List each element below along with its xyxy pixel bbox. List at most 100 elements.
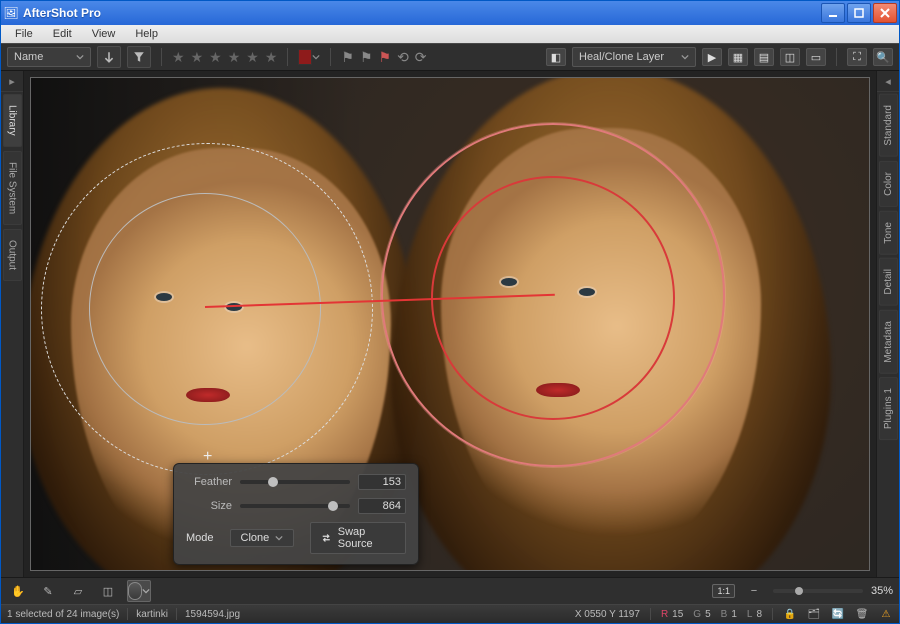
size-slider[interactable] — [240, 504, 350, 508]
chevron-down-icon — [76, 53, 84, 61]
sort-select-label: Name — [14, 51, 43, 63]
layers-icon[interactable]: 🗂 — [807, 607, 821, 621]
right-side-tabs: ◂ Standard Color Tone Detail Metadata Pl… — [876, 71, 899, 577]
canvas-wrap: + Feather 153 Size — [24, 71, 876, 577]
image-canvas[interactable]: + Feather 153 Size — [30, 77, 870, 571]
menu-file[interactable]: File — [5, 26, 43, 42]
app-title: AfterShot Pro — [21, 6, 821, 20]
status-g: 5 — [705, 609, 711, 620]
star-rating-3[interactable]: ★ — [209, 49, 222, 66]
status-b: 1 — [731, 609, 737, 620]
side-tab-output[interactable]: Output — [3, 229, 22, 281]
loupe-button[interactable]: 🔍 — [873, 48, 893, 66]
separator — [330, 48, 331, 66]
feather-slider[interactable] — [240, 480, 350, 484]
window-buttons — [821, 3, 899, 23]
side-tab-library[interactable]: Library — [3, 94, 22, 147]
status-bar: 1 selected of 24 image(s) kartinki 15945… — [1, 604, 899, 623]
status-folder: kartinki — [136, 609, 168, 620]
mode-label: Mode — [186, 532, 214, 544]
zoom-out-button[interactable]: − — [743, 581, 765, 601]
close-button[interactable] — [873, 3, 897, 23]
color-label-select[interactable] — [298, 47, 320, 67]
layer-toggle-button[interactable]: ◧ — [546, 48, 566, 66]
separator — [836, 48, 837, 66]
layer-select-label: Heal/Clone Layer — [579, 51, 664, 63]
menu-help[interactable]: Help — [125, 26, 168, 42]
rotate-left-button[interactable]: ⟲ — [397, 49, 409, 66]
app-icon: 🖼 — [1, 6, 21, 20]
status-filename: 1594594.jpg — [185, 609, 240, 620]
star-rating-2[interactable]: ★ — [191, 49, 204, 66]
zoom-percent: 35% — [871, 585, 893, 597]
feather-value[interactable]: 153 — [358, 474, 406, 490]
bottom-toolbar: ✋ ✎ ▱ ◫ 1:1 − 35% — [1, 577, 899, 604]
side-tab-metadata[interactable]: Metadata — [879, 310, 898, 374]
zoom-fit-button[interactable]: 1:1 — [712, 584, 735, 598]
flag-selected-button[interactable]: ⚑ — [379, 49, 392, 66]
view-compare-button[interactable]: ◫ — [780, 48, 800, 66]
side-tab-plugins1[interactable]: Plugins 1 — [879, 377, 898, 440]
crop-tool-button[interactable]: ▱ — [67, 581, 89, 601]
zoom-slider[interactable] — [773, 589, 863, 593]
swap-source-label: Swap Source — [338, 526, 395, 550]
heal-clone-panel[interactable]: Feather 153 Size 864 Mode — [173, 463, 419, 565]
lock-icon[interactable]: 🔒 — [783, 607, 797, 621]
swap-source-button[interactable]: Swap Source — [310, 522, 406, 554]
title-bar: 🖼 AfterShot Pro — [1, 1, 899, 25]
menu-edit[interactable]: Edit — [43, 26, 82, 42]
size-label: Size — [186, 500, 232, 512]
star-rating-5[interactable]: ★ — [246, 49, 259, 66]
fullscreen-button[interactable]: ⛶ — [847, 48, 867, 66]
star-rating-1[interactable]: ★ — [172, 49, 185, 66]
view-single-button[interactable]: ▭ — [806, 48, 826, 66]
rotate-right-button[interactable]: ⟳ — [415, 49, 427, 66]
maximize-button[interactable] — [847, 3, 871, 23]
sync-icon[interactable]: 🔄 — [831, 607, 845, 621]
trash-icon[interactable]: 🗑 — [855, 607, 869, 621]
flag-pick-button[interactable]: ⚑ — [341, 49, 354, 66]
flag-reject-button[interactable]: ⚑ — [360, 49, 373, 66]
chevron-down-icon — [681, 53, 689, 61]
sort-direction-button[interactable] — [97, 46, 121, 68]
status-r: 15 — [672, 609, 683, 620]
side-tab-color[interactable]: Color — [879, 161, 898, 207]
status-selection: 1 selected of 24 image(s) — [7, 609, 119, 620]
chevron-down-icon — [312, 53, 320, 61]
view-grid-button[interactable]: ▦ — [728, 48, 748, 66]
straighten-tool-button[interactable]: ◫ — [97, 581, 119, 601]
sort-select[interactable]: Name — [7, 47, 91, 67]
separator — [287, 48, 288, 66]
menu-view[interactable]: View — [82, 26, 126, 42]
star-rating-4[interactable]: ★ — [228, 49, 241, 66]
warning-icon[interactable]: ⚠ — [879, 607, 893, 621]
view-filmstrip-button[interactable]: ▤ — [754, 48, 774, 66]
left-side-tabs: ▸ Library File System Output — [1, 71, 24, 577]
status-l: 8 — [756, 609, 762, 620]
expand-left-button[interactable]: ▸ — [1, 71, 23, 92]
side-tab-detail[interactable]: Detail — [879, 258, 898, 306]
expand-right-button[interactable]: ◂ — [877, 71, 899, 92]
top-toolbar: Name ★ ★ ★ ★ ★ ★ ⚑ ⚑ ⚑ ⟲ ⟳ ◧ Heal/Clone … — [1, 43, 899, 71]
feather-label: Feather — [186, 476, 232, 488]
side-tab-standard[interactable]: Standard — [879, 94, 898, 157]
pan-tool-button[interactable]: ✋ — [7, 581, 29, 601]
menu-bar: File Edit View Help — [1, 25, 899, 43]
status-coords: X 0550 Y 1197 — [575, 609, 640, 620]
whitebalance-tool-button[interactable]: ✎ — [37, 581, 59, 601]
region-tool-button[interactable] — [127, 580, 151, 602]
separator — [161, 48, 162, 66]
side-tab-tone[interactable]: Tone — [879, 211, 898, 255]
side-tab-filesystem[interactable]: File System — [3, 151, 22, 225]
layer-select[interactable]: Heal/Clone Layer — [572, 47, 696, 67]
chevron-down-icon — [142, 587, 150, 595]
mode-select-value: Clone — [241, 532, 270, 544]
filter-button[interactable] — [127, 46, 151, 68]
color-chip-red — [298, 49, 312, 65]
star-rating-6[interactable]: ★ — [265, 49, 278, 66]
minimize-button[interactable] — [821, 3, 845, 23]
mode-select[interactable]: Clone — [230, 529, 295, 547]
size-value[interactable]: 864 — [358, 498, 406, 514]
slideshow-button[interactable]: ▶ — [702, 48, 722, 66]
chevron-down-icon — [275, 534, 283, 542]
